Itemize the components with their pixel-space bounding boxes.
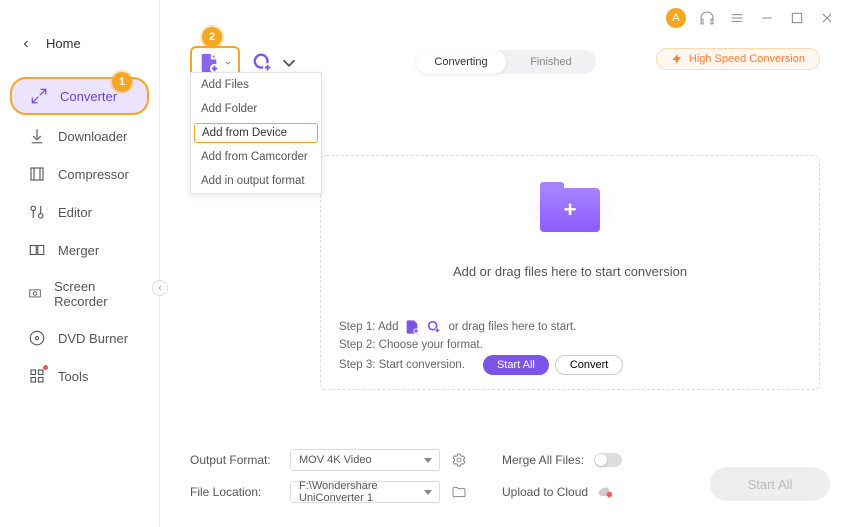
add-file-icon <box>404 319 420 335</box>
drop-text: Add or drag files here to start conversi… <box>453 264 687 279</box>
download-icon <box>28 127 46 145</box>
lightning-icon <box>671 53 683 65</box>
sidebar-item-label: Merger <box>58 243 99 258</box>
add-file-icon <box>198 52 220 74</box>
sidebar: Home Converter Downloader Compressor Edi… <box>0 0 160 527</box>
dd-add-from-camcorder[interactable]: Add from Camcorder <box>191 145 321 169</box>
merge-toggle[interactable] <box>594 453 622 467</box>
add-url-button[interactable] <box>252 52 300 74</box>
sidebar-item-merger[interactable]: Merger <box>10 233 149 267</box>
screen-recorder-icon <box>28 285 42 303</box>
dvd-icon <box>28 329 46 347</box>
dd-add-in-output-format[interactable]: Add in output format <box>191 169 321 193</box>
merge-label: Merge All Files: <box>502 453 584 467</box>
chevron-down-icon <box>224 59 232 67</box>
start-all-button[interactable]: Start All <box>710 467 830 501</box>
file-location-select[interactable]: F:\Wondershare UniConverter 1 <box>290 481 440 503</box>
tab-finished[interactable]: Finished <box>506 50 596 74</box>
status-tabs: Converting Finished <box>416 50 596 74</box>
sidebar-item-label: Compressor <box>58 167 129 182</box>
tools-icon <box>28 367 46 385</box>
sidebar-item-label: Downloader <box>58 129 127 144</box>
sidebar-item-label: Editor <box>58 205 92 220</box>
callout-2: 2 <box>202 27 222 47</box>
sidebar-item-label: Screen Recorder <box>54 279 131 309</box>
step1-suffix: or drag files here to start. <box>448 321 576 333</box>
sidebar-item-tools[interactable]: Tools <box>10 359 149 393</box>
chevron-down-icon <box>278 52 300 74</box>
dd-add-from-device[interactable]: Add from Device <box>194 123 318 143</box>
high-speed-conversion-button[interactable]: High Speed Conversion <box>656 48 820 70</box>
add-url-icon <box>426 319 442 335</box>
sidebar-item-label: Tools <box>58 369 88 384</box>
sidebar-item-label: DVD Burner <box>58 331 128 346</box>
compressor-icon <box>28 165 46 183</box>
merger-icon <box>28 241 46 259</box>
callout-1: 1 <box>112 72 132 92</box>
editor-icon <box>28 203 46 221</box>
dd-add-folder[interactable]: Add Folder <box>191 97 321 121</box>
add-dropdown-menu: Add Files Add Folder Add from Device Add… <box>190 72 322 194</box>
steps: Step 1: Add or drag files here to start.… <box>339 315 801 379</box>
chevron-left-icon <box>20 38 32 50</box>
convert-step-button[interactable]: Convert <box>555 355 624 375</box>
upload-label: Upload to Cloud <box>502 485 588 499</box>
step3: Step 3: Start conversion. <box>339 359 465 371</box>
sidebar-item-editor[interactable]: Editor <box>10 195 149 229</box>
folder-icon: + <box>540 188 600 232</box>
output-format-label: Output Format: <box>190 453 280 467</box>
start-all-step-button[interactable]: Start All <box>483 355 549 375</box>
sidebar-item-dvd-burner[interactable]: DVD Burner <box>10 321 149 355</box>
settings-icon[interactable] <box>450 451 468 469</box>
sidebar-item-compressor[interactable]: Compressor <box>10 157 149 191</box>
sidebar-item-downloader[interactable]: Downloader <box>10 119 149 153</box>
output-format-select[interactable]: MOV 4K Video <box>290 449 440 471</box>
cloud-icon[interactable] <box>598 486 614 498</box>
converter-icon <box>30 87 48 105</box>
sidebar-item-screen-recorder[interactable]: Screen Recorder <box>10 271 149 317</box>
step1-prefix: Step 1: Add <box>339 321 398 333</box>
home-label: Home <box>46 36 81 51</box>
drop-area[interactable]: + Add or drag files here to start conver… <box>320 155 820 390</box>
drop-illustration: + <box>510 170 630 250</box>
file-location-label: File Location: <box>190 485 280 499</box>
step2: Step 2: Choose your format. <box>339 339 483 351</box>
add-url-icon <box>252 52 274 74</box>
sidebar-item-label: Converter <box>60 89 117 104</box>
tab-converting[interactable]: Converting <box>416 50 506 74</box>
main-area: Converting Finished High Speed Conversio… <box>160 0 850 527</box>
back-home[interactable]: Home <box>0 30 159 57</box>
open-folder-icon[interactable] <box>450 483 468 501</box>
dd-add-files[interactable]: Add Files <box>191 73 321 97</box>
hsc-label: High Speed Conversion <box>689 53 805 65</box>
